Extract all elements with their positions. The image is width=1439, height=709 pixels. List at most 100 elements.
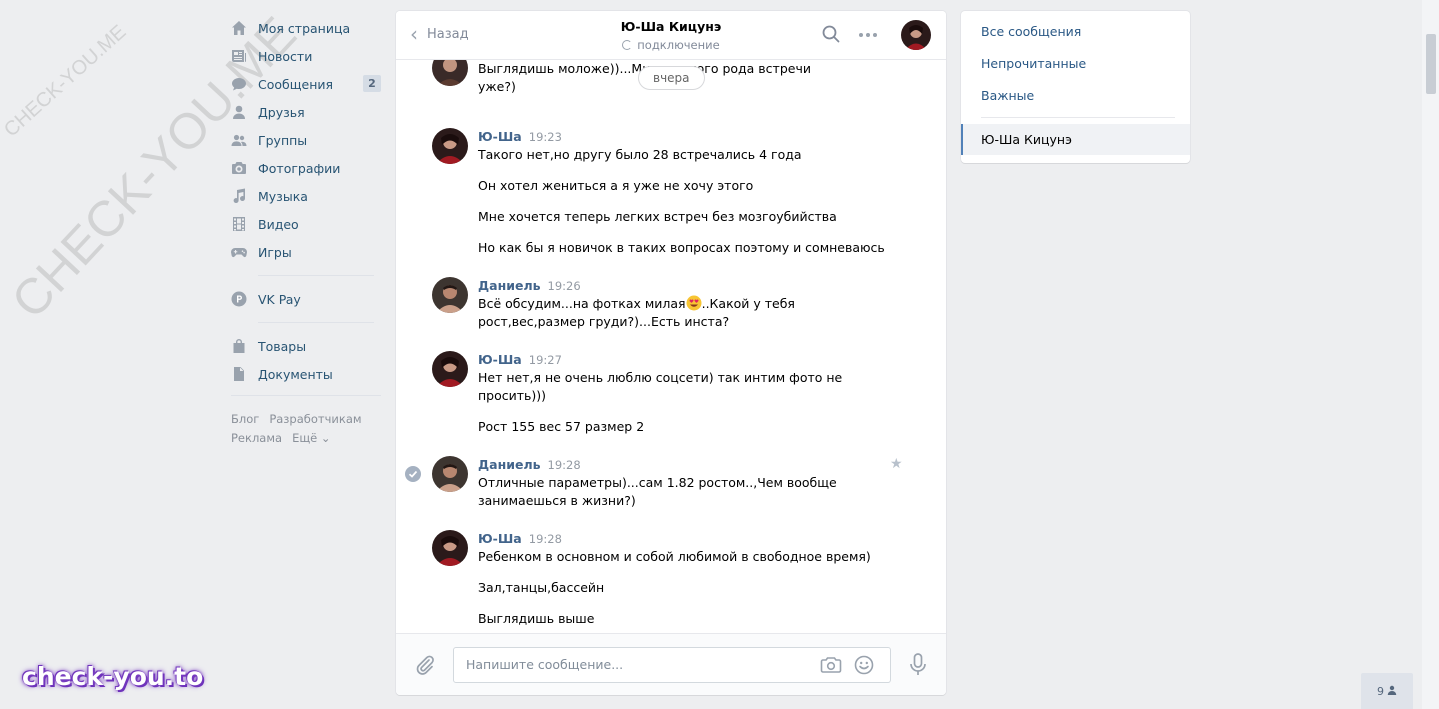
active-chat-item[interactable]: Ю-Ша Кицунэ: [961, 124, 1190, 155]
nav-divider: [258, 322, 374, 323]
document-icon: [231, 366, 247, 382]
avatar[interactable]: [432, 60, 468, 86]
footer-link-ads[interactable]: Реклама: [231, 431, 282, 445]
date-divider: вчера: [638, 66, 705, 90]
message-text: Но как бы я новичок в таких вопросах поэ…: [478, 240, 885, 255]
nav-label: Фотографии: [258, 160, 341, 176]
online-friends-button[interactable]: 9: [1361, 673, 1413, 709]
message-author[interactable]: Ю-Ша: [478, 129, 522, 144]
message-text: Зал,танцы,бассейн: [478, 580, 605, 595]
loading-icon: [622, 40, 633, 50]
message-input[interactable]: [454, 648, 818, 680]
music-icon: [231, 188, 247, 204]
chat-title[interactable]: Ю-Ша Кицунэ: [396, 19, 946, 34]
message-filters-panel: Все сообщения Непрочитанные Важные Ю-Ша …: [961, 11, 1190, 163]
search-icon[interactable]: [822, 25, 840, 46]
message-author[interactable]: Ю-Ша: [478, 352, 522, 367]
nav-label: Новости: [258, 48, 313, 64]
more-icon[interactable]: [859, 33, 877, 37]
smile-icon[interactable]: [854, 655, 874, 678]
message-author[interactable]: Даниель: [478, 457, 541, 472]
nav-item-documents[interactable]: Документы: [231, 360, 381, 388]
star-icon[interactable]: ★: [890, 456, 903, 472]
left-nav: Моя страница Новости Сообщения 2 Друзья …: [231, 14, 381, 448]
message-text: Ребенком в основном и собой любимой в св…: [478, 549, 871, 564]
nav-label: Видео: [258, 216, 299, 232]
nav-item-video[interactable]: Видео: [231, 210, 381, 238]
message-text: занимаешься в жизни?): [478, 493, 636, 508]
nav-item-friends[interactable]: Друзья: [231, 98, 381, 126]
message-time[interactable]: 19:23: [529, 130, 562, 144]
vkpay-icon: [231, 291, 247, 307]
message-input-box[interactable]: [453, 647, 891, 683]
nav-item-music[interactable]: Музыка: [231, 182, 381, 210]
footer-link-blog[interactable]: Блог: [231, 412, 259, 426]
footer-link-more[interactable]: Ещё ⌄: [292, 431, 330, 445]
message-text: Выглядишь выше: [478, 611, 595, 626]
message-author[interactable]: Ю-Ша: [478, 531, 522, 546]
nav-item-games[interactable]: Игры: [231, 238, 381, 266]
heart-eyes-emoji-icon: [686, 295, 702, 311]
message-time[interactable]: 19:28: [548, 458, 581, 472]
home-icon: [231, 20, 247, 36]
nav-label: Группы: [258, 132, 308, 148]
message-text: просить))): [478, 388, 547, 403]
checkmark-icon[interactable]: [405, 466, 421, 482]
nav-item-messages[interactable]: Сообщения 2: [231, 70, 381, 98]
filter-all-messages[interactable]: Все сообщения: [961, 16, 1190, 48]
camera-icon[interactable]: [820, 656, 842, 677]
groups-icon: [231, 132, 247, 148]
scrollbar-thumb[interactable]: [1426, 34, 1436, 94]
camera-icon: [231, 160, 247, 176]
nav-label: Документы: [258, 366, 333, 382]
page-scrollbar[interactable]: [1422, 0, 1439, 709]
nav-item-photos[interactable]: Фотографии: [231, 154, 381, 182]
chat-panel: ‹ Назад Ю-Ша Кицунэ подключение вчера Вы…: [396, 11, 946, 695]
nav-divider: [231, 395, 381, 396]
filter-unread[interactable]: Непрочитанные: [961, 48, 1190, 80]
nav-item-vkpay[interactable]: VK Pay: [231, 285, 381, 313]
message-list: Выглядишь моложе))...Мне и такого рода в…: [396, 60, 946, 633]
message-time[interactable]: 19:28: [529, 532, 562, 546]
microphone-icon[interactable]: [908, 653, 928, 680]
message-text: Мне хочется теперь легких встреч без моз…: [478, 209, 837, 224]
nav-label: Игры: [258, 244, 292, 260]
nav-label: Друзья: [258, 104, 305, 120]
avatar[interactable]: [432, 351, 468, 387]
footer-link-dev[interactable]: Разработчикам: [269, 412, 361, 426]
avatar[interactable]: [432, 277, 468, 313]
nav-item-goods[interactable]: Товары: [231, 332, 381, 360]
nav-label: VK Pay: [258, 291, 301, 307]
video-icon: [231, 216, 247, 232]
nav-divider: [258, 275, 374, 276]
message-text: Нет нет,я не очень люблю соцсети) так ин…: [478, 370, 843, 385]
nav-label: Сообщения: [258, 76, 334, 92]
filter-important[interactable]: Важные: [961, 80, 1190, 112]
nav-item-my-page[interactable]: Моя страница: [231, 14, 381, 42]
message-time[interactable]: 19:27: [529, 353, 562, 367]
avatar[interactable]: [432, 456, 468, 492]
footer-links: Блог Разработчикам Реклама Ещё ⌄: [231, 410, 381, 448]
bag-icon: [231, 338, 247, 354]
message-author[interactable]: Даниель: [478, 278, 541, 293]
paperclip-icon[interactable]: [415, 654, 435, 679]
user-icon: [1387, 685, 1397, 698]
watermark-small: CHECK-YOU.ME: [0, 20, 131, 142]
messages-icon: [231, 76, 247, 92]
gamepad-icon: [231, 244, 247, 260]
chat-avatar[interactable]: [901, 20, 931, 50]
nav-item-news[interactable]: Новости: [231, 42, 381, 70]
avatar[interactable]: [432, 128, 468, 164]
message-composer: [396, 633, 946, 695]
news-icon: [231, 48, 247, 64]
watermark-brand: check-you.to: [22, 662, 204, 691]
chat-status: подключение: [396, 38, 946, 52]
message-text: Всё обсудим...на фотках милая ..Какой у т…: [478, 295, 795, 311]
nav-label: Моя страница: [258, 20, 351, 36]
nav-item-groups[interactable]: Группы: [231, 126, 381, 154]
message-time[interactable]: 19:26: [548, 279, 581, 293]
nav-label: Товары: [258, 338, 307, 354]
message-text: рост,вес,размер груди?)...Есть инста?: [478, 314, 730, 329]
friend-icon: [231, 104, 247, 120]
avatar[interactable]: [432, 530, 468, 566]
